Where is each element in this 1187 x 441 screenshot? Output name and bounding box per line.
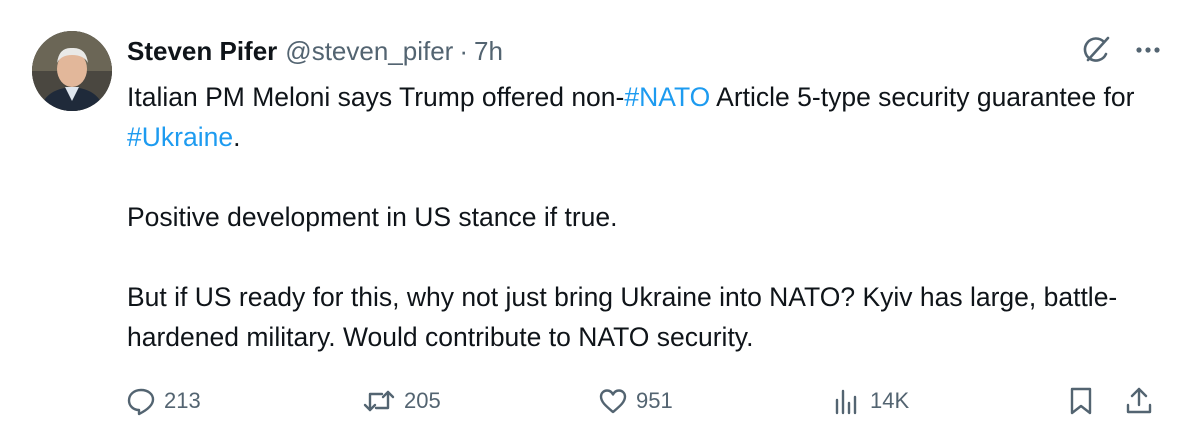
more-icon[interactable] [1133, 35, 1163, 65]
share-icon [1126, 387, 1152, 414]
grok-icon[interactable] [1079, 33, 1113, 67]
tweet-paragraph-3: But if US ready for this, why not just b… [127, 282, 1118, 352]
avatar-image [32, 31, 112, 111]
reply-count: 213 [164, 388, 201, 413]
tweet-paragraph-1: Italian PM Meloni says Trump offered non… [127, 77, 1147, 157]
like-icon [599, 389, 627, 414]
avatar[interactable] [32, 31, 112, 111]
tweet-actions: 213 205 951 14K [126, 381, 1166, 421]
hashtag-nato[interactable]: #NATO [624, 82, 710, 112]
tweet-paragraph-2: Positive development in US stance if tru… [127, 202, 618, 232]
text-segment: . [233, 122, 241, 152]
views-count: 14K [870, 388, 910, 413]
tweet-text: Italian PM Meloni says Trump offered non… [127, 77, 1147, 357]
share-button[interactable] [1124, 381, 1162, 421]
like-count: 951 [636, 388, 673, 413]
text-segment: Italian PM Meloni says Trump offered non… [127, 82, 625, 112]
author-name[interactable]: Steven Pifer [127, 36, 277, 67]
reply-button[interactable]: 213 [126, 381, 201, 421]
hashtag-ukraine[interactable]: #Ukraine [127, 122, 233, 152]
repost-button[interactable]: 205 [362, 381, 441, 421]
tweet-top-actions [1079, 33, 1163, 67]
bookmark-button[interactable] [1066, 381, 1104, 421]
author-handle[interactable]: @steven_pifer [285, 36, 453, 67]
like-button[interactable]: 951 [598, 381, 673, 421]
tweet: Steven Pifer @steven_pifer · 7h Italian … [0, 0, 1187, 441]
separator-dot: · [459, 35, 469, 66]
views-button[interactable]: 14K [832, 381, 909, 421]
repost-icon [363, 390, 395, 412]
bookmark-icon [1070, 387, 1092, 415]
views-icon [835, 389, 857, 415]
repost-count: 205 [404, 388, 441, 413]
timestamp[interactable]: 7h [474, 36, 503, 67]
text-segment: Article 5-type security guarantee for [710, 82, 1135, 112]
reply-icon [127, 388, 155, 416]
tweet-header: Steven Pifer @steven_pifer · 7h [127, 33, 503, 69]
